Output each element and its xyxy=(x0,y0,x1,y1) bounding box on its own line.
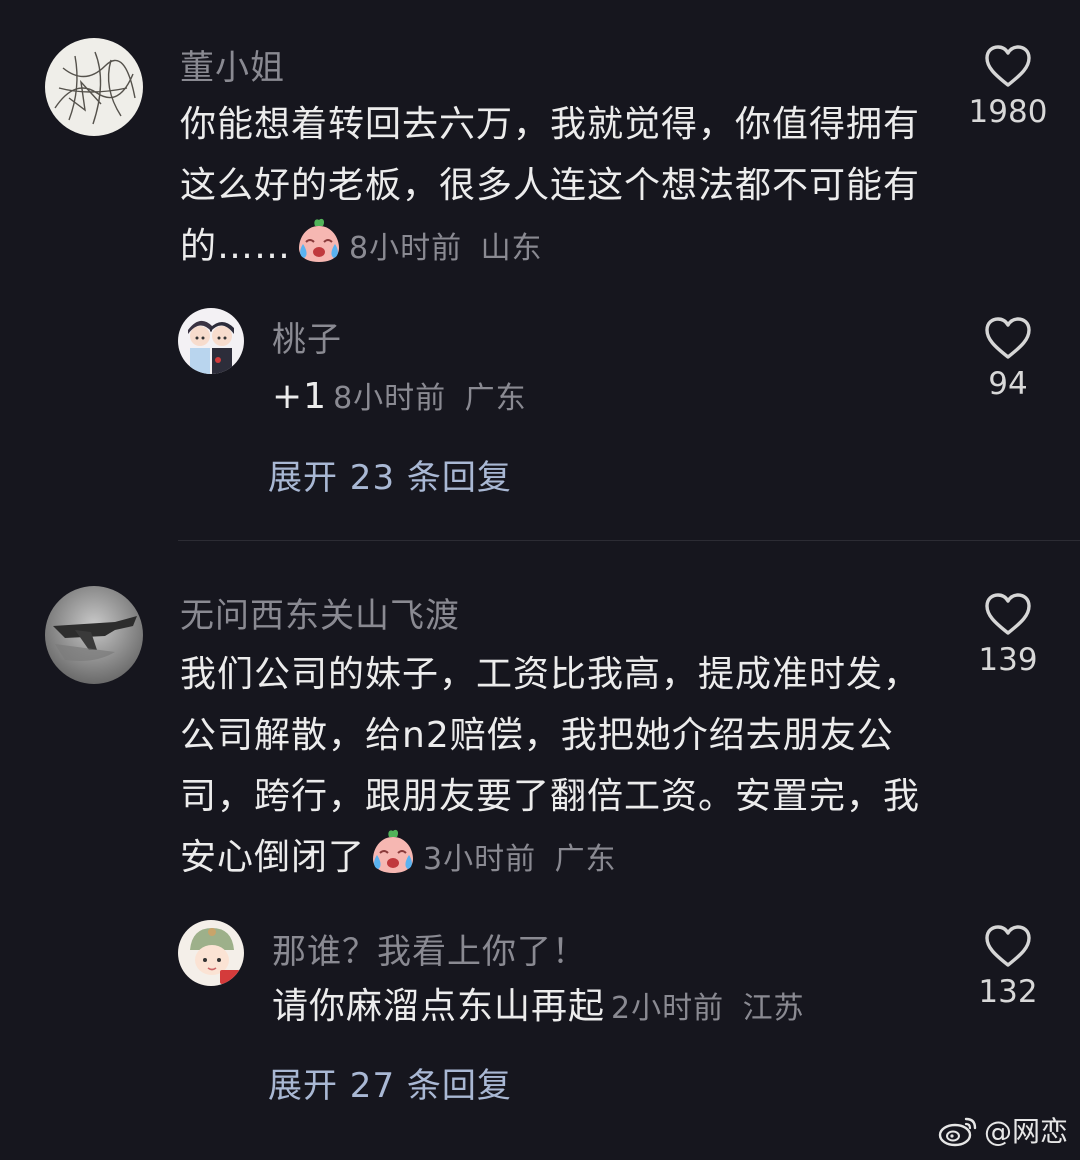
reply-time: 8小时前 xyxy=(333,381,447,416)
watermark-text: @网恋 xyxy=(983,1115,1068,1148)
heart-outline-icon xyxy=(984,44,1032,88)
reply-text: +1 8小时前 广东 xyxy=(272,366,912,429)
reply-time: 2小时前 xyxy=(611,991,725,1026)
reply-username[interactable]: 那谁？我看上你了！ xyxy=(272,924,587,973)
comment-text: 我们公司的妹子，工资比我高，提成准时发，公司解散，给n2赔偿，我把她介绍去朋友公… xyxy=(180,644,940,894)
avatar[interactable] xyxy=(45,38,143,136)
like-button[interactable]: 139 xyxy=(953,592,1063,678)
avatar[interactable] xyxy=(45,586,143,684)
comment-content: 我们公司的妹子，工资比我高，提成准时发，公司解散，给n2赔偿，我把她介绍去朋友公… xyxy=(180,654,921,878)
expand-replies-button[interactable]: 展开 27 条回复 xyxy=(268,1058,512,1107)
reply-text: 请你麻溜点东山再起 2小时前 江苏 xyxy=(272,976,932,1039)
heart-outline-icon xyxy=(984,316,1032,360)
crying-laughing-emoji-icon xyxy=(295,216,343,283)
comment-content: 你能想着转回去六万，我就觉得，你值得拥有这么好的老板，很多人连这个想法都不可能有… xyxy=(180,104,921,267)
expand-replies-button[interactable]: 展开 23 条回复 xyxy=(268,450,512,499)
comment-item: 无问西东关山飞渡 我们公司的妹子，工资比我高，提成准时发，公司解散，给n2赔偿，… xyxy=(0,540,1080,1140)
comment-time: 8小时前 xyxy=(349,231,463,266)
reply-like-button[interactable]: 132 xyxy=(953,924,1063,1010)
comment-location: 山东 xyxy=(480,231,543,266)
weibo-logo-icon xyxy=(938,1117,977,1147)
like-button[interactable]: 1980 xyxy=(953,44,1063,130)
reply-location: 江苏 xyxy=(742,991,805,1026)
comment-username[interactable]: 无问西东关山飞渡 xyxy=(180,588,460,637)
comment-item: 董小姐 你能想着转回去六万，我就觉得，你值得拥有这么好的老板，很多人连这个想法都… xyxy=(0,0,1080,540)
heart-outline-icon xyxy=(984,924,1032,968)
reply-like-button[interactable]: 94 xyxy=(953,316,1063,402)
reply-content: 请你麻溜点东山再起 xyxy=(272,986,606,1027)
reply-username[interactable]: 桃子 xyxy=(272,312,342,361)
reply-like-count: 132 xyxy=(978,974,1038,1010)
comment-location: 广东 xyxy=(554,842,617,877)
reply-location: 广东 xyxy=(464,381,527,416)
comment-text: 你能想着转回去六万，我就觉得，你值得拥有这么好的老板，很多人连这个想法都不可能有… xyxy=(180,94,940,283)
crying-laughing-emoji-icon xyxy=(369,827,417,894)
comment-time: 3小时前 xyxy=(423,842,537,877)
reply-content: +1 xyxy=(272,376,328,417)
reply-avatar[interactable] xyxy=(178,308,244,374)
reply-avatar[interactable] xyxy=(178,920,244,986)
like-count: 1980 xyxy=(968,94,1048,130)
heart-outline-icon xyxy=(984,592,1032,636)
watermark: @网恋 xyxy=(938,1110,1068,1150)
like-count: 139 xyxy=(978,642,1038,678)
comment-username[interactable]: 董小姐 xyxy=(180,40,285,89)
reply-like-count: 94 xyxy=(988,366,1028,402)
